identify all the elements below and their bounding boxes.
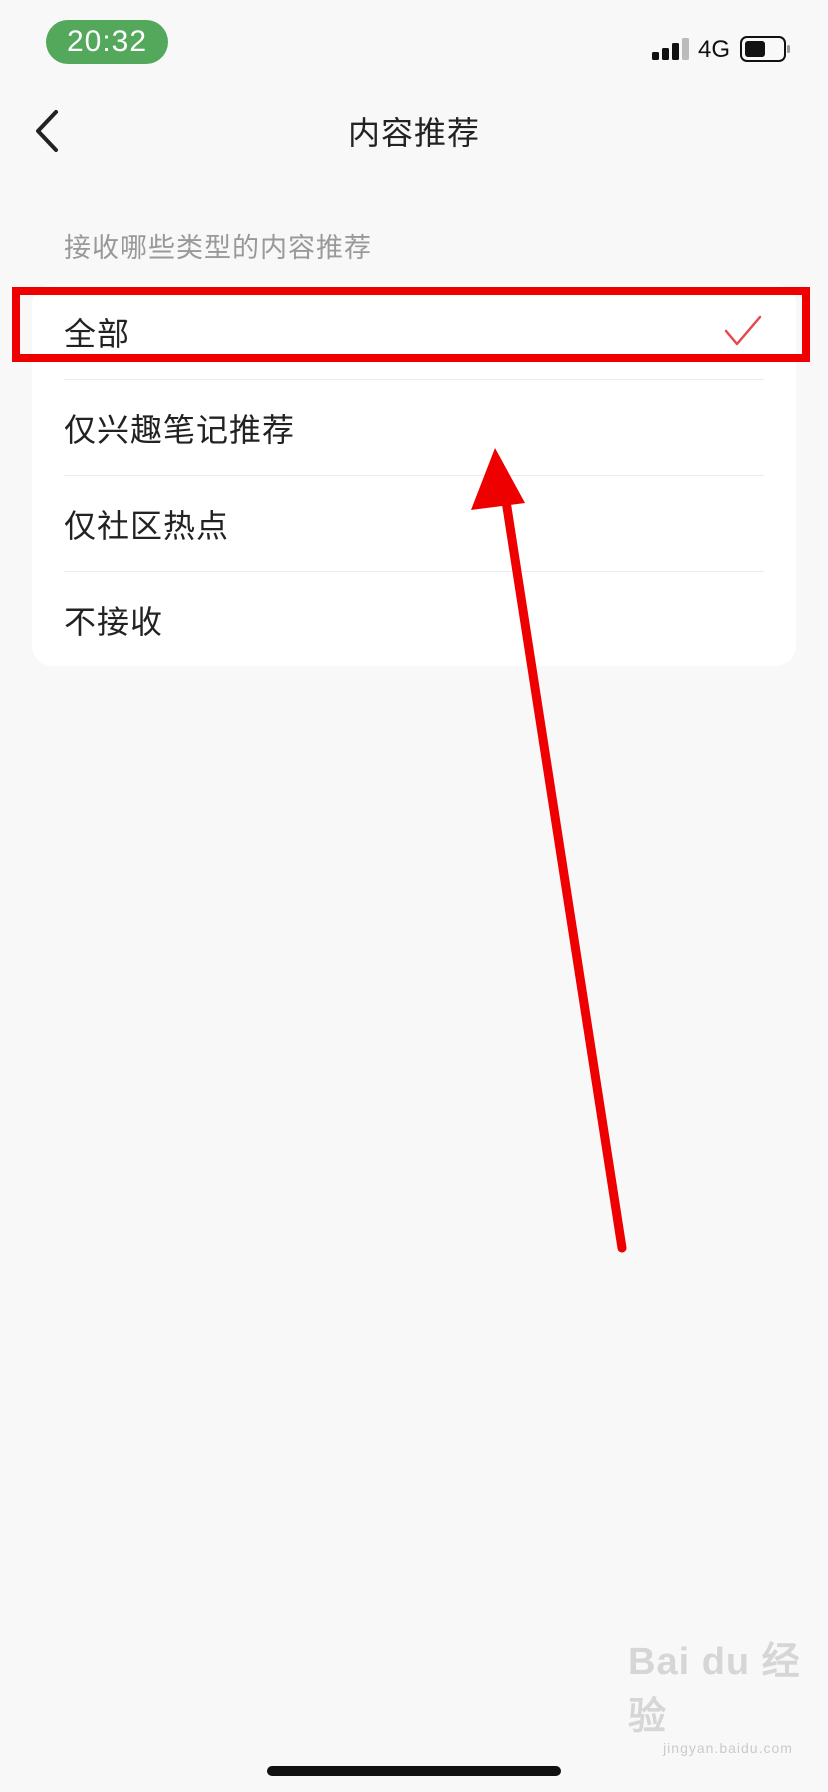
watermark-url: jingyan.baidu.com [663, 1740, 793, 1756]
signal-bars-icon [652, 38, 689, 60]
option-label: 仅兴趣笔记推荐 [64, 411, 296, 449]
section-label: 接收哪些类型的内容推荐 [64, 233, 372, 264]
status-time: 20:32 [46, 20, 168, 64]
battery-icon [740, 36, 790, 62]
annotation-arrow [471, 448, 627, 1253]
option-interest-notes[interactable]: 仅兴趣笔记推荐 [32, 380, 796, 476]
page-title: 内容推荐 [347, 114, 480, 152]
watermark: Bai du 经验 jingyan.baidu.com [628, 1630, 828, 1756]
network-type: 4G [698, 36, 731, 63]
watermark-brand: Bai du 经验 [628, 1641, 801, 1738]
option-community-hot[interactable]: 仅社区热点 [32, 476, 796, 572]
option-none[interactable]: 不接收 [32, 572, 796, 666]
home-indicator [267, 1766, 561, 1776]
highlight-box [12, 287, 810, 362]
option-label: 不接收 [64, 603, 164, 641]
option-label: 仅社区热点 [64, 507, 230, 545]
